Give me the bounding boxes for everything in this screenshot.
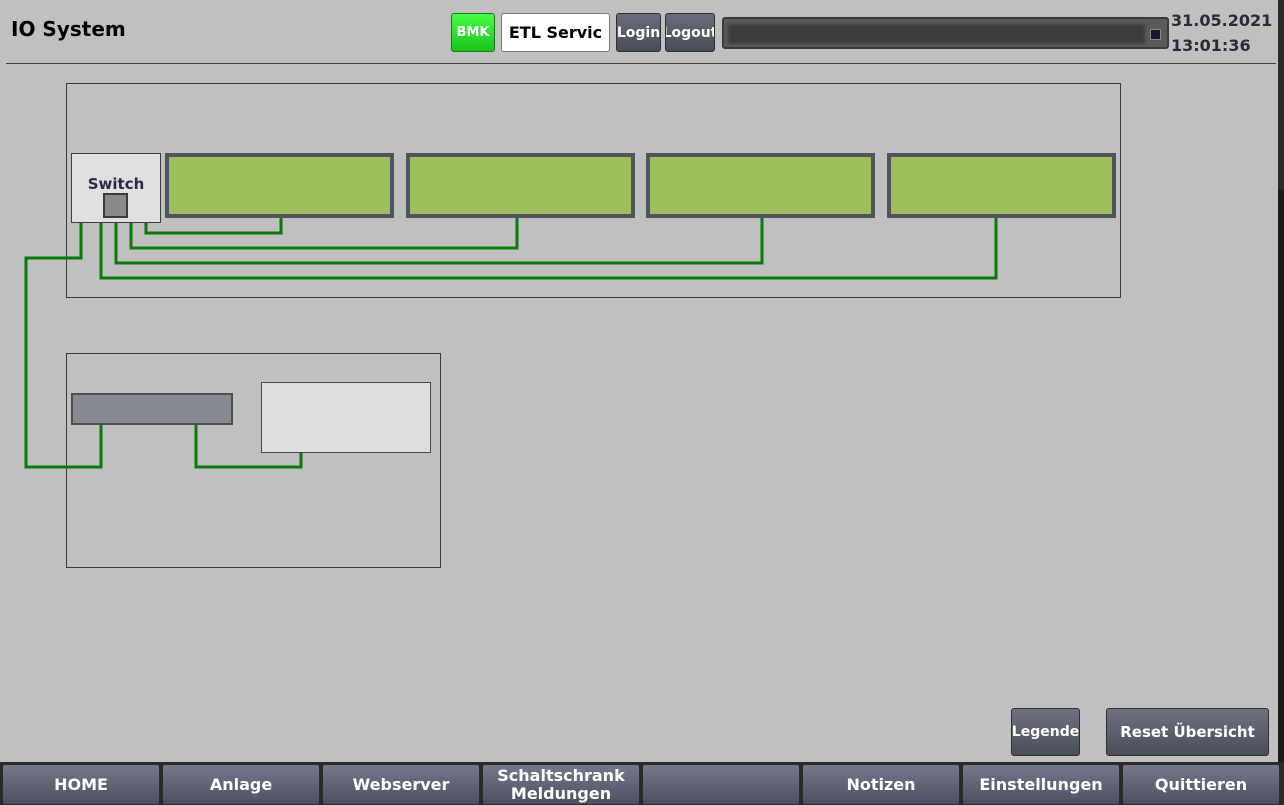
time-display: 13:01:36	[1171, 36, 1251, 55]
reset-overview-button[interactable]: Reset Übersicht	[1106, 708, 1269, 756]
legend-button[interactable]: Legende	[1011, 708, 1080, 756]
io-device-3[interactable]	[646, 153, 875, 218]
bmk-button[interactable]: BMK	[451, 13, 495, 52]
nav-webserver-button[interactable]: Webserver	[322, 764, 480, 805]
io-device-1[interactable]	[165, 153, 394, 218]
alarm-text	[728, 24, 1145, 44]
io-device-2[interactable]	[406, 153, 635, 218]
date-display: 31.05.2021	[1171, 11, 1273, 30]
login-button[interactable]: Login	[616, 13, 661, 52]
page-title: IO System	[11, 17, 126, 41]
alarm-indicator-icon	[1150, 29, 1161, 40]
etl-service-button[interactable]: ETL Servic	[501, 13, 610, 52]
nav-empty-button[interactable]	[642, 764, 800, 805]
io-device-4[interactable]	[887, 153, 1116, 218]
nav-anlage-button[interactable]: Anlage	[162, 764, 320, 805]
logout-button[interactable]: Logout	[665, 13, 715, 52]
nav-notizen-button[interactable]: Notizen	[802, 764, 960, 805]
alarm-bar[interactable]	[722, 17, 1169, 49]
nav-home-button[interactable]: HOME	[2, 764, 160, 805]
nav-schaltschrank-meldungen-button[interactable]: Schaltschrank Meldungen	[482, 764, 640, 805]
nav-einstellungen-button[interactable]: Einstellungen	[962, 764, 1120, 805]
switch-port-icon	[103, 193, 128, 218]
io-device-6[interactable]	[261, 382, 431, 453]
header-divider	[6, 63, 1276, 64]
io-device-5[interactable]	[71, 393, 233, 425]
window-edge-shadow	[1278, 190, 1284, 805]
nav-quittieren-button[interactable]: Quittieren	[1122, 764, 1280, 805]
switch-label: Switch	[87, 175, 145, 193]
